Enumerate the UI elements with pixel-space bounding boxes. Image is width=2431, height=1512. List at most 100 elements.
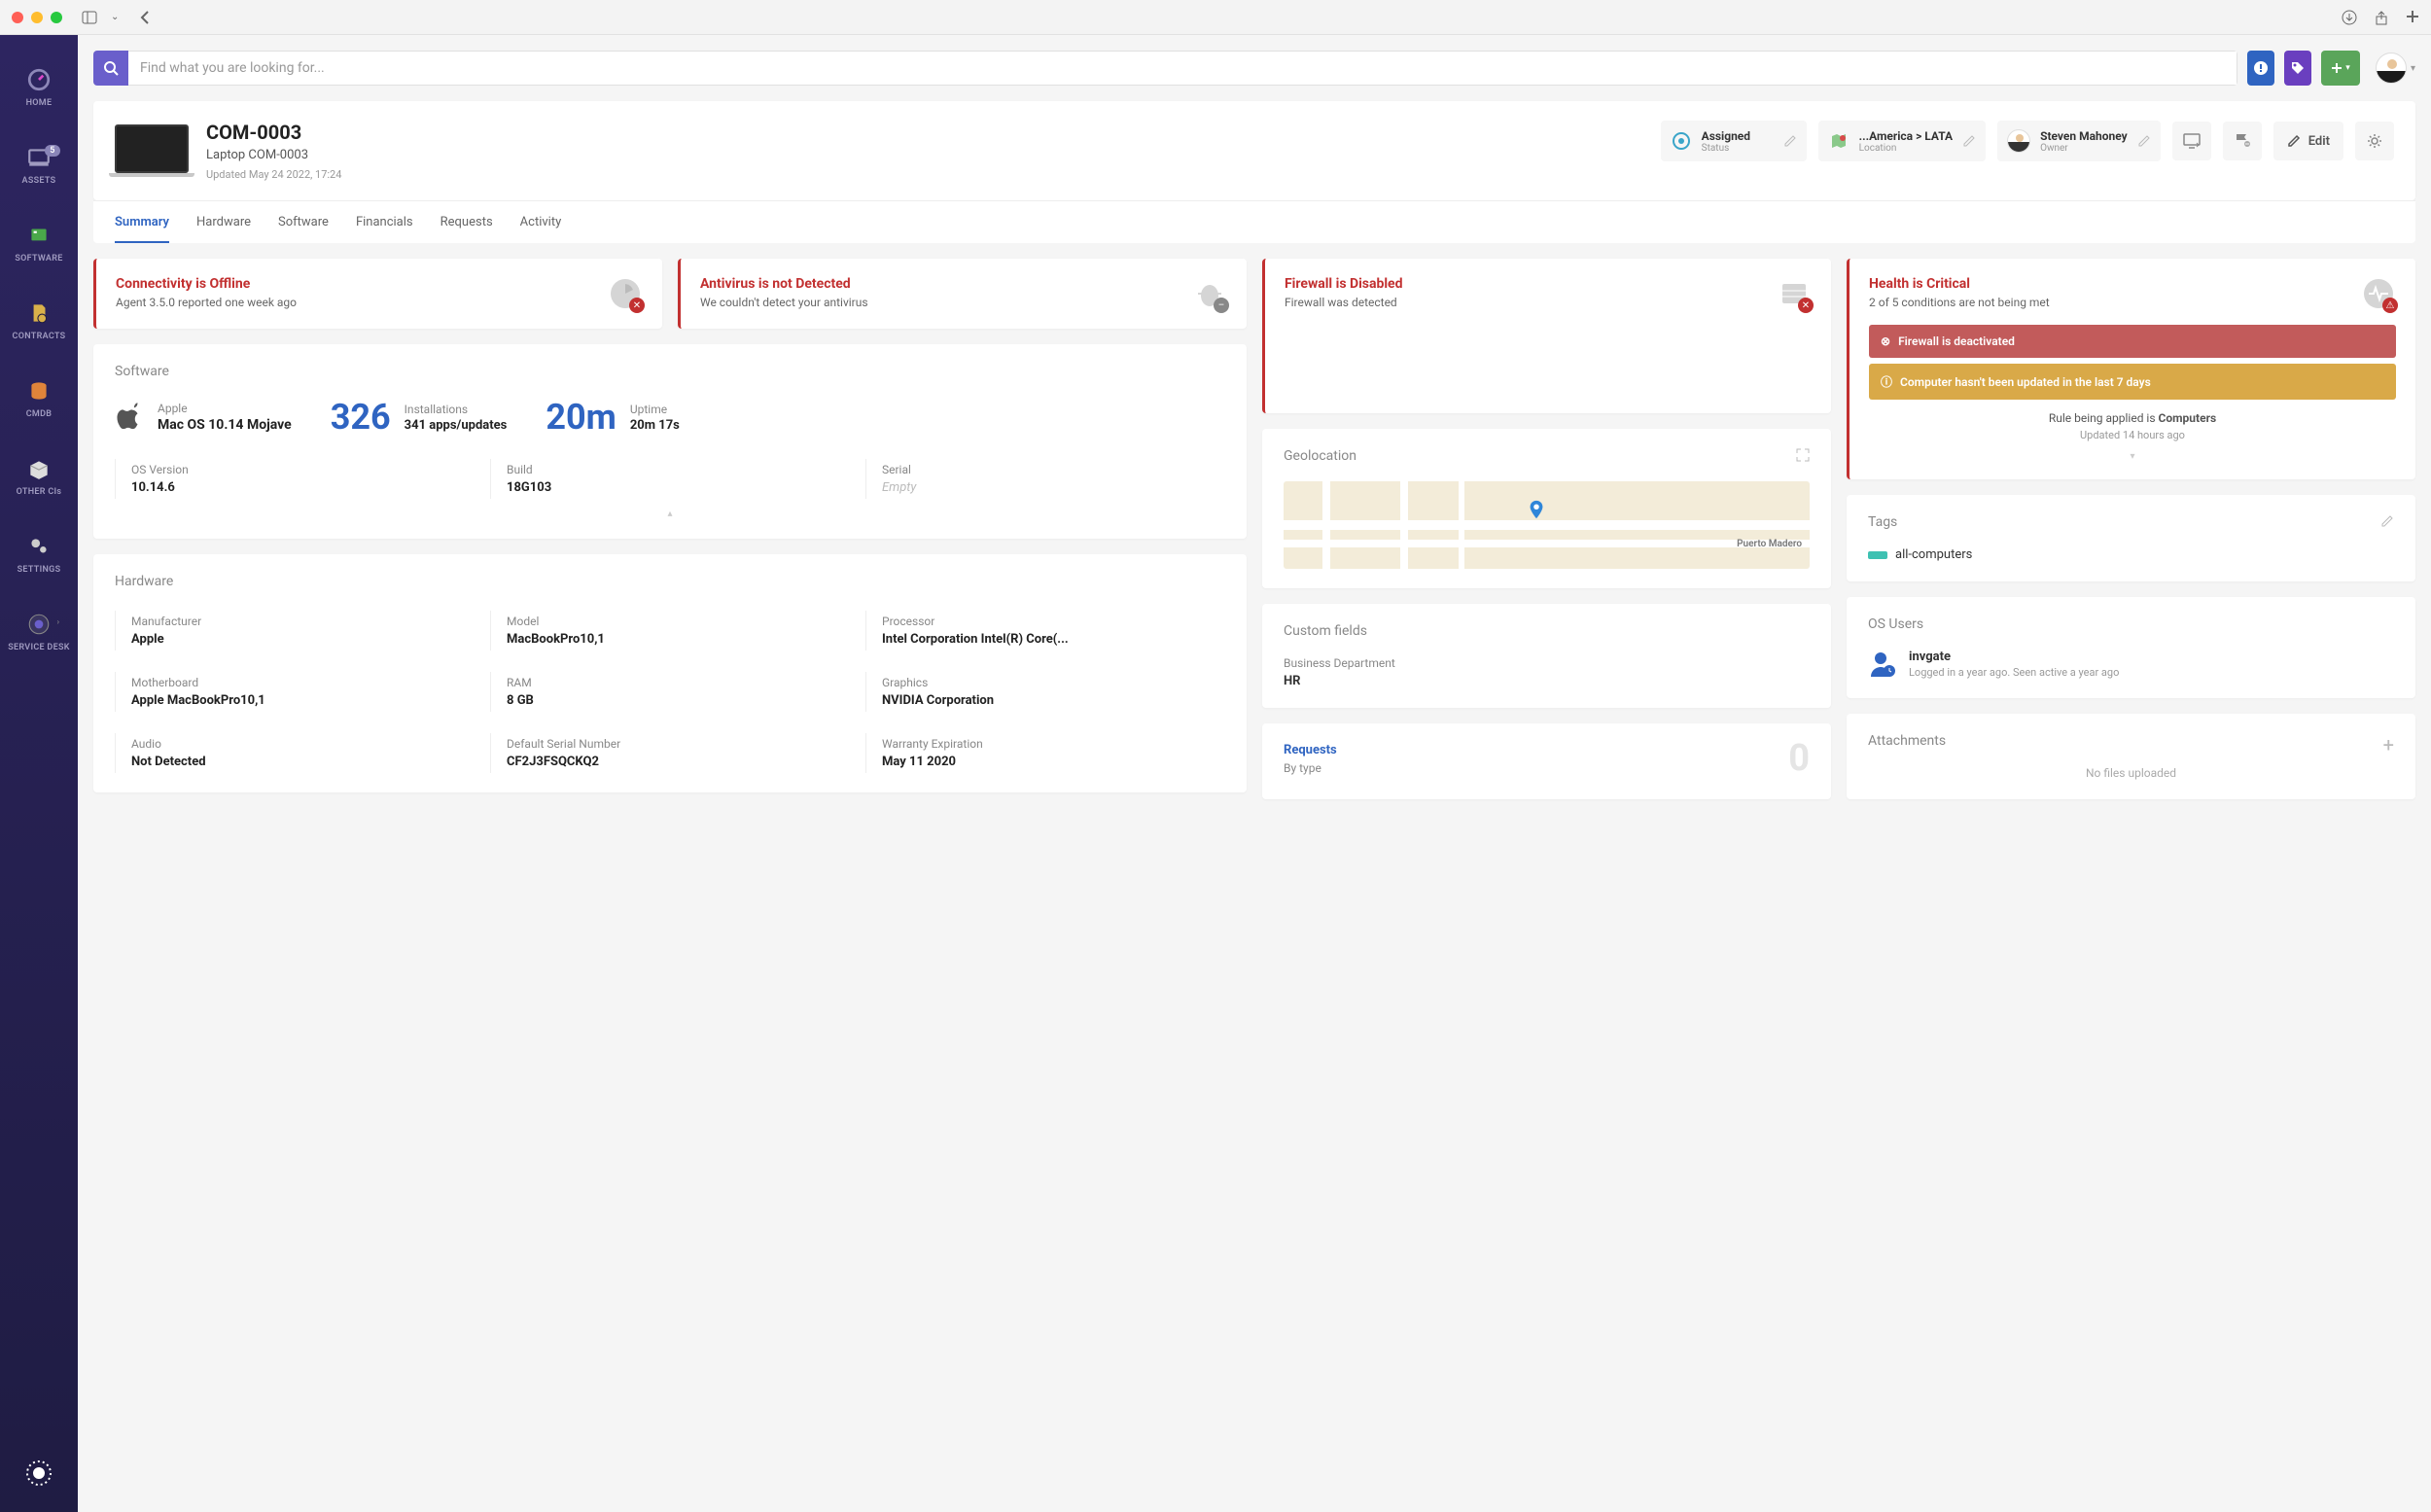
field-value: 10.14.6 xyxy=(131,480,459,495)
tag-label: all-computers xyxy=(1895,547,1972,562)
owner-pill[interactable]: Steven MahoneyOwner xyxy=(1997,121,2161,161)
alert-sub: Firewall was detected xyxy=(1285,296,1403,309)
close-window-button[interactable] xyxy=(12,12,23,23)
installs-label: Installations xyxy=(405,403,508,416)
sidenav-label: ASSETS xyxy=(22,176,56,186)
tab-financials[interactable]: Financials xyxy=(356,215,413,243)
tab-activity[interactable]: Activity xyxy=(520,215,562,243)
sidenav-item-software[interactable]: SOFTWARE xyxy=(0,204,78,282)
uptime-value: 20m xyxy=(546,397,617,438)
field-key: Graphics xyxy=(882,676,1210,689)
alert-firewall[interactable]: Firewall is DisabledFirewall was detecte… xyxy=(1262,259,1831,413)
rule-link[interactable]: Computers xyxy=(2159,411,2217,425)
sidenav-label: CMDB xyxy=(26,409,53,419)
plus-icon[interactable] xyxy=(2406,10,2419,25)
share-icon[interactable] xyxy=(2375,10,2388,25)
edit-icon[interactable] xyxy=(1783,134,1797,148)
field-value: 8 GB xyxy=(507,693,834,708)
field-key: Model xyxy=(507,615,834,628)
user-clock-icon xyxy=(1868,650,1897,679)
clock-icon: ✕ xyxy=(608,276,643,311)
pill-sub: Owner xyxy=(2040,143,2128,154)
tab-summary[interactable]: Summary xyxy=(115,215,169,243)
alert-antivirus[interactable]: Antivirus is not DetectedWe couldn't det… xyxy=(678,259,1247,329)
geo-map[interactable]: Puerto Madero xyxy=(1284,481,1810,569)
sidenav-item-home[interactable]: HOME xyxy=(0,49,78,126)
field-value: 18G103 xyxy=(507,480,834,495)
expand-icon[interactable] xyxy=(1796,448,1810,462)
alert-health[interactable]: Health is Critical2 of 5 conditions are … xyxy=(1847,259,2415,479)
user-name: invgate xyxy=(1909,650,2119,664)
download-icon[interactable] xyxy=(2342,10,2357,25)
side-nav: HOME 5 ASSETS SOFTWARE CONTRACTS CMDB OT… xyxy=(0,35,78,1512)
gears-icon xyxy=(26,534,52,559)
requests-card[interactable]: 0 Requests By type xyxy=(1262,723,1831,799)
edit-icon[interactable] xyxy=(2380,514,2394,528)
field-key: Default Serial Number xyxy=(507,737,834,751)
sidenav-item-contracts[interactable]: CONTRACTS xyxy=(0,282,78,360)
alert-connectivity[interactable]: Connectivity is OfflineAgent 3.5.0 repor… xyxy=(93,259,662,329)
sidenav-item-assets[interactable]: 5 ASSETS xyxy=(0,126,78,204)
tab-hardware[interactable]: Hardware xyxy=(196,215,251,243)
content-area: Connectivity is OfflineAgent 3.5.0 repor… xyxy=(78,243,2431,815)
flag-action-button[interactable] xyxy=(2223,122,2262,160)
monitor-action-button[interactable] xyxy=(2172,122,2211,160)
edit-button[interactable]: Edit xyxy=(2273,122,2343,160)
tab-requests[interactable]: Requests xyxy=(440,215,493,243)
expand-handle[interactable]: ▾ xyxy=(1869,451,2396,462)
field-key: Processor xyxy=(882,615,1210,628)
alert-sub: Agent 3.5.0 reported one week ago xyxy=(116,296,297,309)
os-info: AppleMac OS 10.14 Mojave xyxy=(115,401,292,434)
assets-badge: 5 xyxy=(45,145,59,157)
asset-thumbnail xyxy=(115,124,189,173)
user-menu[interactable]: ▾ xyxy=(2370,53,2415,84)
main-content: ▾ ▾ COM-0003 Laptop COM-0003 Updated May… xyxy=(78,35,2431,1512)
edit-icon[interactable] xyxy=(2137,134,2151,148)
traffic-lights xyxy=(12,12,62,23)
bug-icon: – xyxy=(1192,276,1227,311)
asset-id: COM-0003 xyxy=(206,121,341,144)
field-key: Serial xyxy=(882,463,1210,476)
user-meta: Logged in a year ago. Seen active a year… xyxy=(1909,666,2119,679)
sidenav-item-cmdb[interactable]: CMDB xyxy=(0,360,78,438)
software-title: Software xyxy=(115,364,1225,379)
field-key: Audio xyxy=(131,737,459,751)
asset-title-block: COM-0003 Laptop COM-0003 Updated May 24 … xyxy=(206,121,341,181)
sidenav-item-settings[interactable]: SETTINGS xyxy=(0,515,78,593)
minimize-window-button[interactable] xyxy=(31,12,43,23)
sidenav-item-service-desk[interactable]: SERVICE DESK › xyxy=(0,593,78,671)
maximize-window-button[interactable] xyxy=(51,12,62,23)
chevron-down-icon[interactable]: ⌄ xyxy=(111,12,119,22)
field-value: Apple MacBookPro10,1 xyxy=(131,693,459,708)
expand-handle[interactable]: ▴ xyxy=(115,509,1225,519)
notifications-button[interactable] xyxy=(2247,51,2274,86)
sidenav-item-other-cis[interactable]: OTHER CIs xyxy=(0,438,78,515)
location-pill[interactable]: ...America > LATALocation xyxy=(1818,121,1986,161)
owner-avatar-icon xyxy=(2007,129,2030,153)
header-pills: AssignedStatus ...America > LATALocation… xyxy=(1661,121,2394,161)
add-attachment-button[interactable]: + xyxy=(2383,733,2394,756)
add-button[interactable]: ▾ xyxy=(2321,51,2360,86)
back-icon[interactable] xyxy=(140,10,150,25)
geo-title: Geolocation xyxy=(1284,448,1810,464)
pill-title: Steven Mahoney xyxy=(2040,129,2128,143)
field-key: RAM xyxy=(507,676,834,689)
tags-button[interactable] xyxy=(2284,51,2311,86)
tag-chip[interactable]: all-computers xyxy=(1868,547,2394,562)
edit-icon[interactable] xyxy=(1962,134,1976,148)
alert-row: Connectivity is OfflineAgent 3.5.0 repor… xyxy=(93,259,1247,329)
banner-text: Firewall is deactivated xyxy=(1898,334,2015,348)
search-button[interactable] xyxy=(93,51,128,86)
sidebar-icon[interactable] xyxy=(82,11,97,24)
gear-action-button[interactable] xyxy=(2355,122,2394,160)
tabs: Summary Hardware Software Financials Req… xyxy=(93,200,2415,243)
field-value: MacBookPro10,1 xyxy=(507,632,834,647)
software-card: Software AppleMac OS 10.14 Mojave 326 In… xyxy=(93,344,1247,539)
search-input[interactable] xyxy=(128,51,2237,86)
avatar-icon xyxy=(2376,53,2407,84)
asset-updated: Updated May 24 2022, 17:24 xyxy=(206,168,341,181)
tab-software[interactable]: Software xyxy=(278,215,329,243)
banner-text: Computer hasn't been updated in the last… xyxy=(1900,375,2151,389)
status-pill[interactable]: AssignedStatus xyxy=(1661,121,1807,161)
field-value: Empty xyxy=(882,480,1210,495)
